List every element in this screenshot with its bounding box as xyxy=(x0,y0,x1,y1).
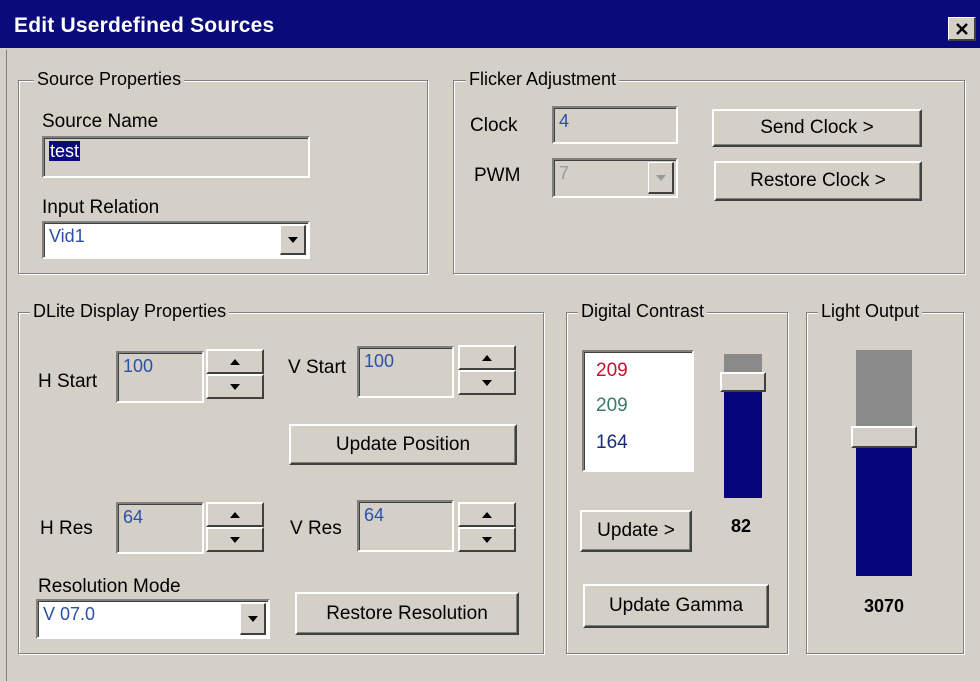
window-title: Edit Userdefined Sources xyxy=(14,14,275,37)
source-name-label: Source Name xyxy=(42,111,159,132)
update-position-button[interactable]: Update Position xyxy=(289,424,517,465)
input-relation-dropdown-button[interactable] xyxy=(280,225,306,255)
triangle-down-icon xyxy=(482,379,492,386)
display-properties-label: DLite Display Properties xyxy=(30,301,230,321)
h-start-spin-up[interactable] xyxy=(206,349,264,374)
h-res-spinner[interactable] xyxy=(206,502,264,552)
v-res-input[interactable]: 64 xyxy=(357,500,454,552)
light-output-track-filled xyxy=(856,440,912,576)
send-clock-button[interactable]: Send Clock > xyxy=(712,109,922,147)
triangle-down-icon xyxy=(287,236,298,243)
clock-label: Clock xyxy=(470,115,518,136)
h-res-value: 64 xyxy=(123,507,144,527)
resolution-mode-select[interactable]: V 07.0 xyxy=(36,599,270,639)
v-res-spin-down[interactable] xyxy=(458,527,516,552)
h-res-input[interactable]: 64 xyxy=(116,502,204,554)
digital-contrast-label: Digital Contrast xyxy=(578,301,708,321)
contrast-slider-track-filled xyxy=(724,384,762,498)
triangle-down-icon xyxy=(247,615,258,622)
input-relation-value: Vid1 xyxy=(49,226,85,246)
v-res-spin-up[interactable] xyxy=(458,502,516,527)
pwm-select[interactable]: 7 xyxy=(552,158,678,198)
h-res-spin-down[interactable] xyxy=(206,527,264,552)
source-name-value: test xyxy=(49,141,81,161)
pwm-label: PWM xyxy=(474,165,521,186)
contrast-value-green: 209 xyxy=(596,395,628,416)
v-start-spin-down[interactable] xyxy=(458,370,516,395)
v-start-input[interactable]: 100 xyxy=(357,346,454,398)
clock-value: 4 xyxy=(559,111,570,131)
triangle-down-icon xyxy=(230,383,240,390)
contrast-value-red: 209 xyxy=(596,360,628,381)
triangle-up-icon xyxy=(230,511,240,518)
v-start-label: V Start xyxy=(288,357,347,378)
contrast-values-list[interactable]: 209 209 164 xyxy=(582,350,694,472)
update-position-button-label: Update Position xyxy=(335,433,471,455)
light-output-slider-thumb[interactable] xyxy=(851,426,917,448)
v-start-value: 100 xyxy=(364,351,395,371)
h-start-input[interactable]: 100 xyxy=(116,351,204,403)
v-res-spinner[interactable] xyxy=(458,502,516,552)
contrast-slider-thumb[interactable] xyxy=(720,372,766,392)
flicker-adjustment-label: Flicker Adjustment xyxy=(466,69,620,89)
light-output-value: 3070 xyxy=(864,596,905,616)
pwm-dropdown-button[interactable] xyxy=(648,162,674,194)
light-output-slider[interactable] xyxy=(851,350,917,576)
title-bar[interactable]: Edit Userdefined Sources xyxy=(0,0,980,48)
source-name-input[interactable]: test xyxy=(42,136,310,178)
source-properties-label: Source Properties xyxy=(34,69,185,89)
pwm-value: 7 xyxy=(559,163,570,183)
triangle-up-icon xyxy=(482,354,492,361)
clock-input[interactable]: 4 xyxy=(552,106,678,144)
input-relation-label: Input Relation xyxy=(42,197,160,218)
triangle-down-icon xyxy=(655,174,666,181)
update-gamma-button[interactable]: Update Gamma xyxy=(583,584,769,628)
v-res-label: V Res xyxy=(290,518,342,539)
h-start-spinner[interactable] xyxy=(206,349,264,399)
close-icon xyxy=(955,22,968,35)
v-start-spinner[interactable] xyxy=(458,345,516,395)
triangle-up-icon xyxy=(230,358,240,365)
resolution-mode-dropdown-button[interactable] xyxy=(240,603,266,635)
contrast-value-blue: 164 xyxy=(596,432,628,453)
h-start-spin-down[interactable] xyxy=(206,374,264,399)
v-res-value: 64 xyxy=(364,505,385,525)
close-button[interactable] xyxy=(948,17,976,41)
update-contrast-button[interactable]: Update > xyxy=(580,510,692,552)
v-start-spin-up[interactable] xyxy=(458,345,516,370)
restore-resolution-button[interactable]: Restore Resolution xyxy=(295,592,519,635)
resolution-mode-value: V 07.0 xyxy=(43,604,96,624)
triangle-up-icon xyxy=(482,511,492,518)
h-start-value: 100 xyxy=(123,356,154,376)
update-contrast-button-label: Update > xyxy=(597,520,675,541)
contrast-slider-value: 82 xyxy=(731,516,752,536)
resolution-mode-label: Resolution Mode xyxy=(38,576,181,597)
update-gamma-button-label: Update Gamma xyxy=(608,595,744,616)
triangle-down-icon xyxy=(230,536,240,543)
light-output-label: Light Output xyxy=(818,301,923,321)
restore-clock-button[interactable]: Restore Clock > xyxy=(714,161,922,201)
h-start-label: H Start xyxy=(38,371,98,392)
contrast-slider[interactable] xyxy=(720,354,766,498)
restore-resolution-button-label: Restore Resolution xyxy=(326,602,488,624)
restore-clock-button-label: Restore Clock > xyxy=(750,170,886,191)
send-clock-button-label: Send Clock > xyxy=(760,117,874,138)
input-relation-select[interactable]: Vid1 xyxy=(42,221,310,259)
triangle-down-icon xyxy=(482,536,492,543)
h-res-spin-up[interactable] xyxy=(206,502,264,527)
h-res-label: H Res xyxy=(40,518,93,539)
